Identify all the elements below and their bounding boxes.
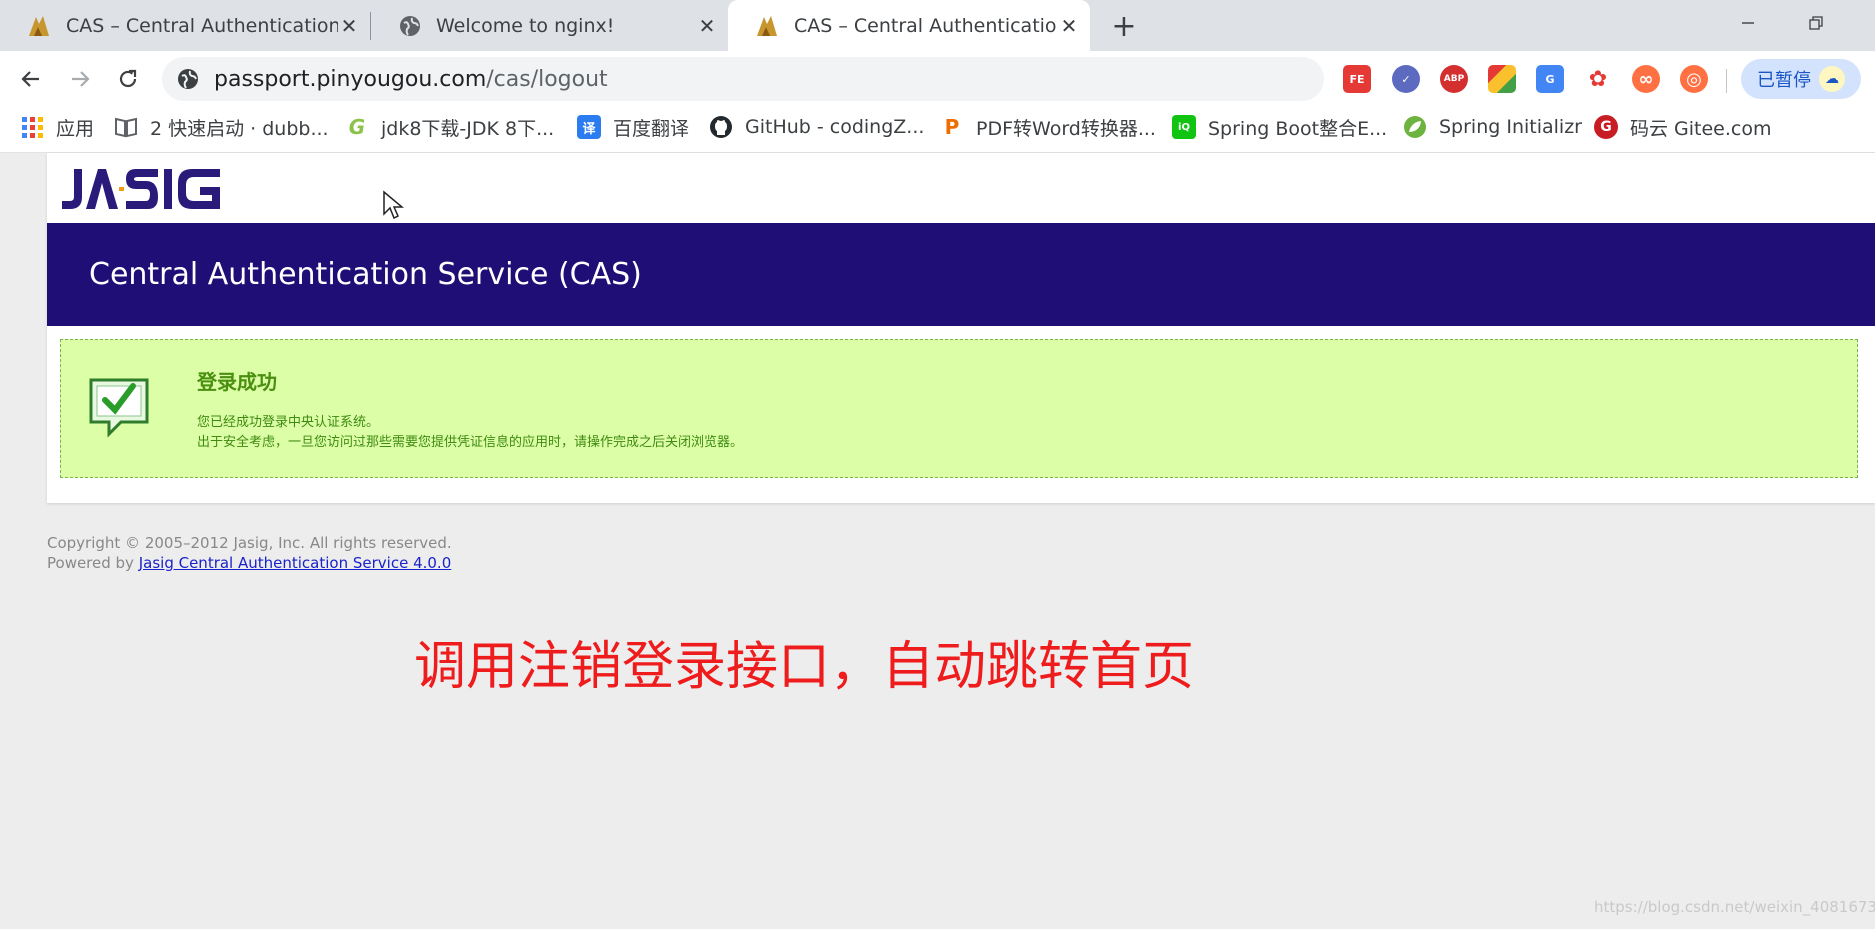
powered-by-label: Powered by	[47, 554, 139, 572]
address-bar[interactable]: passport.pinyougou.com/cas/logout	[162, 57, 1324, 101]
toolbar-divider	[1726, 69, 1727, 93]
banner-title: Central Authentication Service (CAS)	[89, 257, 642, 292]
cas-version-link[interactable]: Jasig Central Authentication Service 4.0…	[139, 554, 452, 572]
close-icon[interactable]: ✕	[1058, 14, 1080, 38]
forward-button[interactable]	[62, 61, 98, 97]
powered-by-line: Powered by Jasig Central Authentication …	[47, 553, 452, 573]
back-button[interactable]	[13, 61, 49, 97]
success-line-2: 出于安全考虑，一旦您访问过那些需要您提供凭证信息的应用时，请操作完成之后关闭浏览…	[197, 435, 744, 450]
bookmark-pdf-word[interactable]: P PDF转Word转换器...	[940, 107, 1156, 147]
color-picker-icon[interactable]	[1488, 65, 1516, 93]
tab-strip: CAS – Central Authentication S ✕ Welcome…	[0, 0, 1875, 51]
restore-button[interactable]	[1796, 8, 1836, 38]
url-host: passport.pinyougou.com	[214, 66, 487, 92]
bookmark-label: Spring Boot整合E...	[1208, 117, 1388, 140]
fe-helper-icon[interactable]: FE	[1343, 65, 1371, 93]
profile-paused-button[interactable]: 已暂停 ☁	[1741, 59, 1861, 99]
bookmark-label: Spring Initializr	[1439, 116, 1582, 138]
success-title: 登录成功	[197, 370, 277, 394]
tab-title: CAS – Central Authentication S	[794, 14, 1058, 37]
g-plus-icon: G	[348, 115, 366, 139]
bookmark-label: 百度翻译	[613, 117, 690, 140]
translate-icon[interactable]: G	[1536, 65, 1564, 93]
copyright-text: Copyright © 2005–2012 Jasig, Inc. All ri…	[47, 534, 452, 552]
adblock-icon[interactable]: ABP	[1440, 65, 1468, 93]
book-icon	[115, 117, 137, 138]
page-footer: Copyright © 2005–2012 Jasig, Inc. All ri…	[47, 533, 452, 573]
reload-icon	[119, 69, 137, 88]
tab-title: Welcome to nginx!	[436, 14, 615, 37]
globe-icon	[400, 15, 420, 36]
bookmark-apps[interactable]: 应用	[20, 107, 94, 147]
url-text: passport.pinyougou.com/cas/logout	[214, 67, 608, 92]
reload-button[interactable]	[110, 61, 146, 97]
success-check-icon	[89, 378, 149, 438]
bookmark-spring-initializr[interactable]: Spring Initializr	[1403, 107, 1582, 147]
bookmark-label: GitHub - codingZ...	[745, 116, 925, 138]
pdf-icon: P	[944, 115, 960, 139]
new-tab-button[interactable]: +	[1108, 9, 1140, 44]
cas-banner: Central Authentication Service (CAS)	[47, 223, 1875, 326]
watermark-text: https://blog.csdn.net/weixin_40816738	[1594, 898, 1875, 916]
arrow-left-icon	[21, 71, 39, 87]
bookmark-github[interactable]: GitHub - codingZ...	[709, 107, 924, 147]
cas-icon	[29, 15, 49, 36]
bookmark-label: PDF转Word转换器...	[976, 117, 1156, 140]
mouse-cursor-icon	[383, 190, 404, 220]
bookmarks-bar: 应用 2 快速启动 · dubb... G jdk8下载-JDK 8下... 译…	[0, 107, 1875, 153]
bookmark-label: jdk8下载-JDK 8下...	[381, 117, 555, 140]
avatar: ☁	[1819, 66, 1845, 92]
lifebuoy-icon[interactable]: ◎	[1680, 65, 1708, 93]
success-message-box: 登录成功 您已经成功登录中央认证系统。 出于安全考虑，一旦您访问过那些需要您提供…	[60, 339, 1858, 478]
bookmark-spring-boot[interactable]: iQ Spring Boot整合E...	[1172, 107, 1387, 147]
translate-yi-icon: 译	[577, 115, 601, 139]
tab-divider	[370, 12, 371, 40]
minimize-button[interactable]	[1728, 8, 1768, 38]
bookmark-dubbo[interactable]: 2 快速启动 · dubb...	[114, 107, 329, 147]
close-icon[interactable]: ✕	[338, 14, 360, 38]
success-line-1: 您已经成功登录中央认证系统。	[197, 415, 380, 430]
github-icon	[710, 116, 732, 138]
restore-icon	[1809, 16, 1823, 30]
bookmark-label: 应用	[56, 117, 95, 140]
bookmark-gitee[interactable]: G 码云 Gitee.com	[1594, 107, 1772, 147]
bookmark-jdk8[interactable]: G jdk8下载-JDK 8下...	[345, 107, 554, 147]
tab-nginx[interactable]: Welcome to nginx! ✕	[372, 0, 728, 51]
tab-cas-1[interactable]: CAS – Central Authentication S ✕	[0, 0, 370, 51]
bookmark-label: 2 快速启动 · dubb...	[150, 117, 329, 140]
jasig-logo	[62, 169, 220, 209]
spring-icon	[1404, 116, 1426, 138]
close-icon[interactable]: ✕	[696, 14, 718, 38]
annotation-text: 调用注销登录接口，自动跳转首页	[414, 637, 1195, 697]
bookmark-label: 码云 Gitee.com	[1630, 117, 1772, 140]
photos-icon[interactable]: ✿	[1584, 65, 1612, 93]
tab-cas-active[interactable]: CAS – Central Authentication S ✕	[728, 0, 1090, 51]
cas-page: Central Authentication Service (CAS) 登录成…	[47, 153, 1875, 503]
iqiyi-icon: iQ	[1172, 115, 1196, 139]
globe-icon	[178, 69, 198, 89]
bookmark-baidu-translate[interactable]: 译 百度翻译	[577, 107, 689, 147]
paused-label: 已暂停	[1757, 70, 1811, 91]
browser-toolbar: passport.pinyougou.com/cas/logout FE ✓ A…	[0, 51, 1875, 107]
check-circle-icon[interactable]: ✓	[1392, 65, 1420, 93]
minimize-icon	[1742, 22, 1754, 24]
cas-icon	[757, 15, 777, 36]
apps-grid-icon	[22, 117, 43, 138]
gitee-icon: G	[1594, 115, 1618, 139]
infinity-icon[interactable]: ∞	[1632, 65, 1660, 93]
tab-title: CAS – Central Authentication S	[66, 14, 338, 37]
arrow-right-icon	[72, 71, 90, 87]
url-path: /cas/logout	[486, 66, 608, 92]
